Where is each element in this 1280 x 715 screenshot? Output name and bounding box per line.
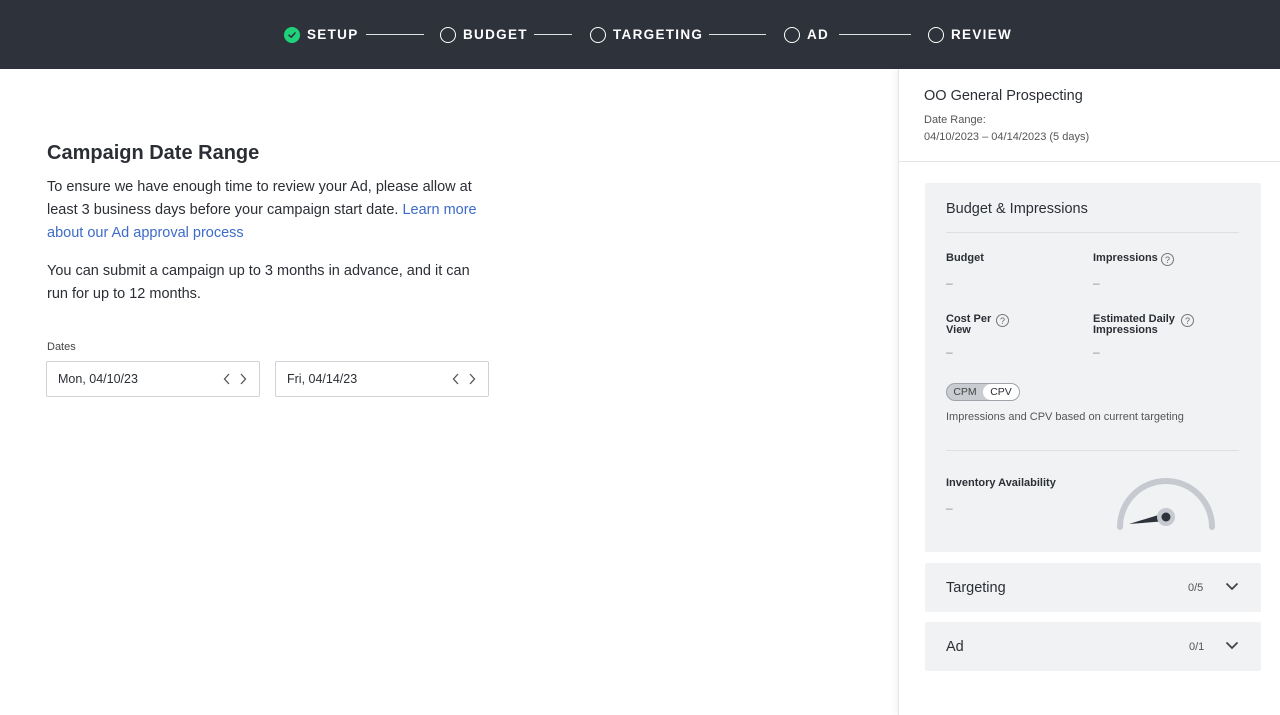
cpm-cpv-toggle[interactable]: CPM CPV bbox=[946, 383, 1020, 401]
budget-value: – bbox=[946, 276, 953, 290]
campaign-name: OO General Prospecting bbox=[924, 88, 1083, 104]
gauge-icon bbox=[1117, 478, 1215, 530]
toggle-cpv[interactable]: CPV bbox=[983, 384, 1019, 400]
step-connector bbox=[709, 34, 766, 35]
cpv-value: – bbox=[946, 345, 953, 359]
circle-icon bbox=[590, 26, 606, 43]
targeting-title: Targeting bbox=[946, 580, 1006, 596]
impressions-value: – bbox=[1093, 276, 1100, 290]
divider bbox=[946, 450, 1239, 451]
chevron-right-icon[interactable] bbox=[468, 373, 476, 385]
question-circle-icon[interactable]: ? bbox=[996, 314, 1009, 327]
step-connector bbox=[839, 34, 911, 35]
step-connector bbox=[534, 34, 572, 35]
dates-label: Dates bbox=[47, 341, 76, 353]
edi-value: – bbox=[1093, 345, 1100, 359]
question-circle-icon[interactable]: ? bbox=[1181, 314, 1194, 327]
summary-header: OO General Prospecting Date Range: 04/10… bbox=[899, 69, 1280, 162]
targeting-section[interactable]: Targeting 0/5 bbox=[925, 563, 1261, 612]
ad-title: Ad bbox=[946, 639, 964, 655]
cpv-label: Cost Per View bbox=[946, 314, 991, 336]
check-icon bbox=[284, 26, 300, 43]
step-label: REVIEW bbox=[951, 27, 1013, 42]
chevron-right-icon[interactable] bbox=[239, 373, 247, 385]
targeting-note: Impressions and CPV based on current tar… bbox=[946, 411, 1184, 423]
ad-count: 0/1 bbox=[1189, 641, 1205, 653]
end-date-value: Fri, 04/14/23 bbox=[287, 372, 358, 386]
approval-notice: To ensure we have enough time to review … bbox=[47, 176, 487, 245]
inventory-label: Inventory Availability bbox=[946, 477, 1056, 489]
step-ad[interactable]: AD bbox=[784, 0, 829, 69]
edi-label-line2: Impressions bbox=[1093, 324, 1158, 336]
cpv-label-line2: View bbox=[946, 324, 971, 336]
circle-icon bbox=[784, 26, 800, 43]
start-date-field[interactable]: Mon, 04/10/23 bbox=[46, 361, 260, 397]
divider bbox=[946, 232, 1239, 233]
budget-impressions-card: Budget & Impressions Budget – Impression… bbox=[925, 183, 1261, 552]
ad-section[interactable]: Ad 0/1 bbox=[925, 622, 1261, 671]
page-title: Campaign Date Range bbox=[47, 142, 260, 164]
step-label: SETUP bbox=[307, 27, 359, 42]
question-circle-icon[interactable]: ? bbox=[1161, 253, 1174, 266]
step-review[interactable]: REVIEW bbox=[928, 0, 1012, 69]
step-label: BUDGET bbox=[463, 27, 528, 42]
circle-icon bbox=[440, 26, 456, 43]
step-connector bbox=[366, 34, 424, 35]
chevron-left-icon[interactable] bbox=[452, 373, 460, 385]
step-budget[interactable]: BUDGET bbox=[440, 0, 528, 69]
chevron-down-icon[interactable] bbox=[1225, 582, 1239, 591]
step-targeting[interactable]: TARGETING bbox=[590, 0, 703, 69]
edi-label: Estimated Daily Impressions bbox=[1093, 314, 1175, 336]
step-label: AD bbox=[807, 27, 830, 42]
inventory-value: – bbox=[946, 501, 953, 515]
circle-icon bbox=[928, 26, 944, 43]
end-date-field[interactable]: Fri, 04/14/23 bbox=[275, 361, 489, 397]
toggle-cpm[interactable]: CPM bbox=[947, 384, 983, 400]
targeting-count: 0/5 bbox=[1188, 582, 1204, 594]
campaign-summary-panel: OO General Prospecting Date Range: 04/10… bbox=[898, 69, 1280, 715]
impressions-label: Impressions bbox=[1093, 252, 1158, 264]
date-range-value: 04/10/2023 – 04/14/2023 (5 days) bbox=[924, 131, 1090, 143]
step-label: TARGETING bbox=[613, 27, 704, 42]
campaign-stepper: SETUP BUDGET TARGETING AD REVIEW bbox=[0, 0, 1280, 69]
advance-notice: You can submit a campaign up to 3 months… bbox=[47, 263, 470, 302]
start-date-value: Mon, 04/10/23 bbox=[58, 372, 138, 386]
chevron-down-icon[interactable] bbox=[1225, 641, 1239, 650]
step-setup[interactable]: SETUP bbox=[284, 0, 359, 69]
chevron-left-icon[interactable] bbox=[223, 373, 231, 385]
budget-label: Budget bbox=[946, 252, 984, 264]
date-range-label: Date Range: bbox=[924, 114, 986, 126]
card-title: Budget & Impressions bbox=[946, 201, 1088, 217]
